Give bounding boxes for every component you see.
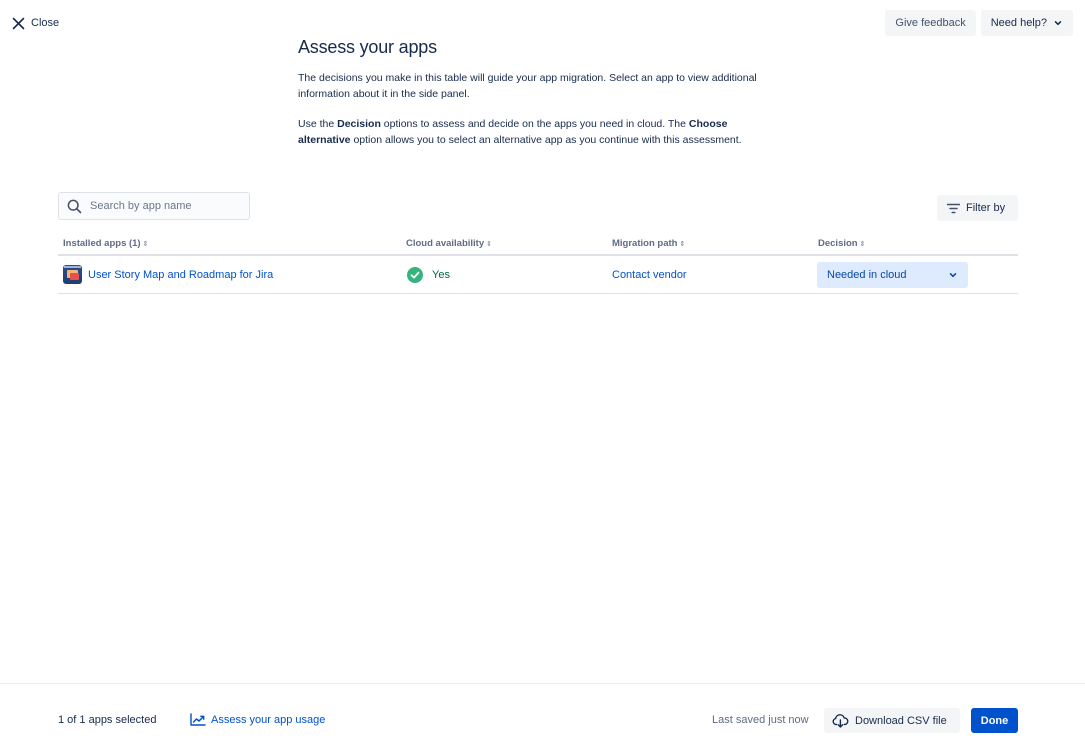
selected-count: 1 of 1 apps selected [58,714,157,726]
app-name-link[interactable]: User Story Map and Roadmap for Jira [88,269,273,281]
check-circle-icon [407,266,423,283]
close-label: Close [31,17,60,29]
filter-icon [947,203,960,213]
download-csv-button[interactable]: Download CSV file [824,708,960,733]
page-header: Assess your apps The decisions you make … [298,37,778,148]
assess-usage-link[interactable]: Assess your app usage [190,713,325,726]
column-header-label: Migration path [612,238,678,249]
decision-paragraph: Use the Decision options to assess and d… [298,116,778,148]
done-button[interactable]: Done [971,708,1018,733]
sort-icon: ⇕ [679,240,686,248]
contact-vendor-link[interactable]: Contact vendor [612,269,687,281]
assess-usage-label: Assess your app usage [211,713,326,726]
app-cell: User Story Map and Roadmap for Jira [63,256,273,293]
filter-by-button[interactable]: Filter by [937,195,1018,221]
page-title: Assess your apps [298,37,437,57]
search-box [58,192,250,220]
decision-paragraph-text: option allows you to select an alternati… [350,134,742,146]
chevron-down-icon [949,272,957,277]
search-input[interactable] [90,200,240,212]
column-header-label: Decision [818,238,858,249]
give-feedback-button[interactable]: Give feedback [885,10,976,36]
decision-keyword: Decision [337,118,381,130]
done-label: Done [980,714,1009,727]
search-icon [67,199,82,213]
cloud-availability-value: Yes [432,268,450,281]
sort-icon: ⇕ [859,240,866,248]
cloud-availability-cell: Yes [407,256,450,293]
table-header: Installed apps (1) ⇕ Cloud availability ⇕ … [58,236,1018,256]
chevron-down-icon [1054,21,1062,26]
decision-paragraph-text: Use the [298,118,338,130]
give-feedback-label: Give feedback [895,17,966,29]
decision-value: Needed in cloud [827,268,907,281]
intro-paragraph: The decisions you make in this table wil… [298,72,757,100]
chart-line-icon [190,713,206,726]
close-button[interactable]: Close [12,14,59,32]
column-header-installed-apps[interactable]: Installed apps (1) ⇕ [63,238,148,249]
column-header-label: Cloud availability [406,238,485,249]
decision-select[interactable]: Needed in cloud [817,261,968,288]
apps-table: Installed apps (1) ⇕ Cloud availability ⇕ … [58,236,1018,294]
close-icon [12,17,25,29]
top-actions: Give feedback Need help? [885,10,1073,36]
migration-path-cell: Contact vendor [612,256,687,293]
column-header-migration-path[interactable]: Migration path ⇕ [612,238,685,249]
need-help-label: Need help? [990,17,1047,29]
column-header-decision[interactable]: Decision ⇕ [818,238,865,249]
need-help-button[interactable]: Need help? [980,10,1073,36]
column-header-cloud-availability[interactable]: Cloud availability ⇕ [406,238,492,249]
app-logo-icon [63,265,82,284]
decision-cell: Needed in cloud [817,256,968,293]
last-saved-status: Last saved just now [712,714,809,726]
sort-icon: ⇕ [486,240,493,248]
download-csv-label: Download CSV file [855,714,947,727]
column-header-label: Installed apps (1) [63,238,141,249]
filter-by-label: Filter by [966,202,1006,214]
footer-bar: 1 of 1 apps selected Assess your app usa… [0,683,1085,748]
table-row[interactable]: User Story Map and Roadmap for Jira Yes … [58,256,1018,294]
sort-icon: ⇕ [142,240,149,248]
cloud-download-icon [832,713,849,728]
decision-paragraph-text: options to assess and decide on the apps… [380,118,689,130]
